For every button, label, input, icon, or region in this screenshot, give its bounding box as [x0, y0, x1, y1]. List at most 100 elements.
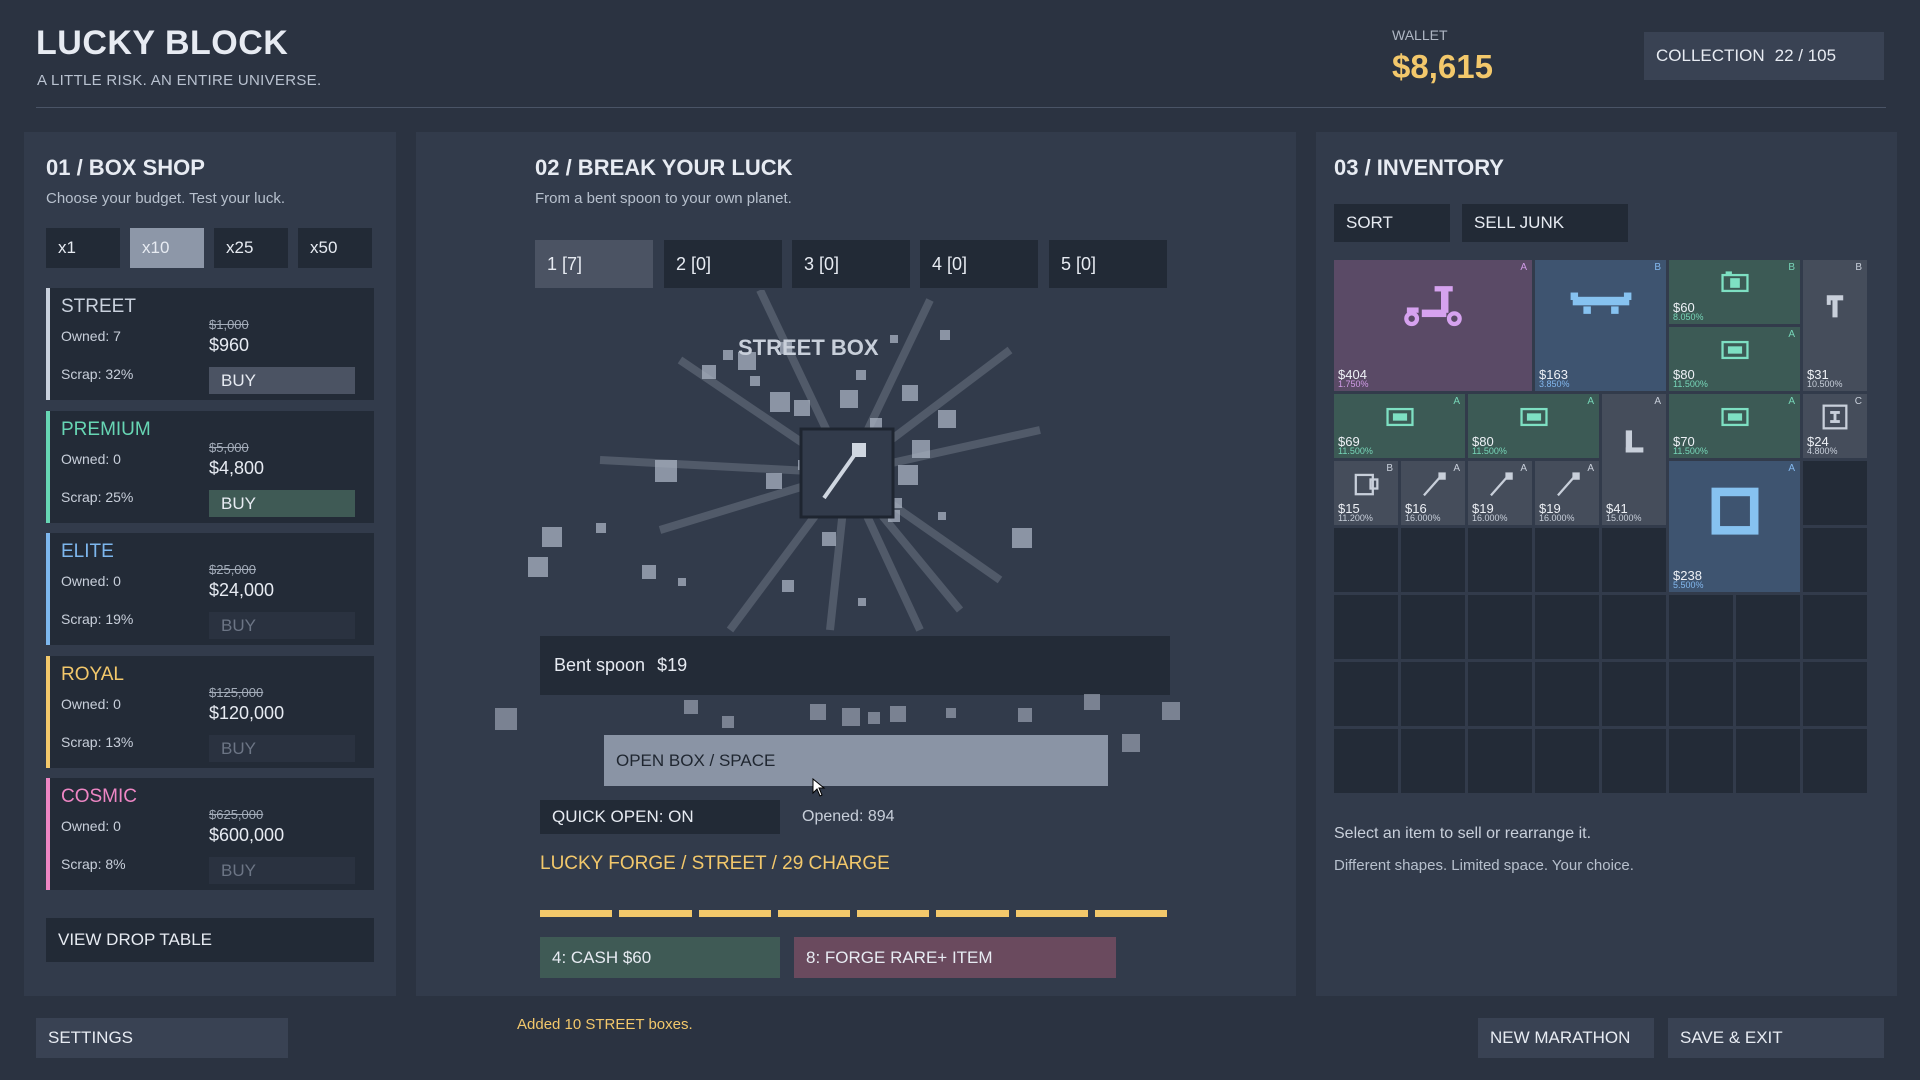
inventory-cell[interactable] — [1535, 662, 1599, 726]
square-icon — [1711, 487, 1758, 535]
forge-segment — [698, 910, 771, 917]
box-old-price: $625,000 — [209, 807, 264, 822]
inventory-item[interactable]: B $60 8.050% — [1669, 260, 1800, 324]
box-price: $960 — [209, 335, 250, 355]
inventory-cell[interactable] — [1736, 595, 1800, 659]
multiplier-x50-button[interactable]: x50 — [298, 228, 372, 268]
box-tier-stripe — [46, 778, 50, 890]
cash-out-button[interactable]: 4: CASH $60 — [540, 937, 780, 978]
inventory-cell[interactable] — [1736, 729, 1800, 793]
item-drop-rate: 3.850% — [1539, 379, 1570, 389]
open-box-button[interactable]: OPEN BOX / SPACE — [604, 735, 1108, 786]
item-rank: A — [1788, 463, 1795, 474]
multiplier-x1-button[interactable]: x1 — [46, 228, 120, 268]
inventory-cell[interactable] — [1334, 595, 1398, 659]
buy-royal-button[interactable]: BUY — [209, 735, 355, 762]
card-icon — [1385, 407, 1414, 427]
settings-button[interactable]: SETTINGS — [36, 1018, 288, 1058]
buy-premium-button[interactable]: BUY — [209, 490, 355, 517]
scooter-icon — [1404, 285, 1462, 326]
buy-street-button[interactable]: BUY — [209, 367, 355, 394]
save-exit-button[interactable]: SAVE & EXIT — [1668, 1018, 1884, 1058]
box-slot-4-tab[interactable]: 4 [0] — [920, 240, 1038, 288]
sell-junk-button[interactable]: SELL JUNK — [1462, 204, 1628, 242]
inventory-cell[interactable] — [1468, 528, 1532, 592]
box-tier-stripe — [46, 411, 50, 523]
camera-icon — [1720, 271, 1749, 293]
box-scrap: Scrap: 13% — [61, 734, 134, 750]
box-card-royal: ROYAL Owned: 0 Scrap: 13% $125,000 $120,000 B… — [46, 656, 374, 768]
inventory-item[interactable]: A $69 11.500% — [1334, 394, 1465, 458]
buy-elite-button[interactable]: BUY — [209, 612, 355, 639]
inventory-cell[interactable] — [1669, 595, 1733, 659]
sort-button[interactable]: SORT — [1334, 204, 1450, 242]
inventory-cell[interactable] — [1803, 595, 1867, 659]
box-slot-1-tab[interactable]: 1 [7] — [535, 240, 653, 288]
inventory-cell[interactable] — [1736, 662, 1800, 726]
lucky-forge-label: LUCKY FORGE / STREET / 29 CHARGE — [540, 853, 890, 874]
inventory-item[interactable]: B $163 3.850% — [1535, 260, 1666, 391]
box-slot-5-tab[interactable]: 5 [0] — [1049, 240, 1167, 288]
inventory-cell[interactable] — [1334, 729, 1398, 793]
box-owned: Owned: 0 — [61, 451, 121, 467]
inventory-item[interactable]: C $24 4.800% — [1803, 394, 1867, 458]
inventory-cell[interactable] — [1468, 662, 1532, 726]
inventory-item[interactable]: A $19 16.000% — [1468, 461, 1532, 525]
card-icon — [1720, 407, 1749, 427]
inventory-cell[interactable] — [1468, 729, 1532, 793]
inventory-cell[interactable] — [1468, 595, 1532, 659]
inventory-cell[interactable] — [1669, 662, 1733, 726]
item-drop-rate: 5.500% — [1673, 580, 1704, 590]
inventory-cell[interactable] — [1334, 528, 1398, 592]
inventory-cell[interactable] — [1803, 528, 1867, 592]
inventory-item[interactable]: A $404 1.750% — [1334, 260, 1532, 391]
inventory-item[interactable]: B $31 10.500% — [1803, 260, 1867, 391]
box-name: ELITE — [61, 541, 114, 562]
box-card-premium: PREMIUM Owned: 0 Scrap: 25% $5,000 $4,800 BUY — [46, 411, 374, 523]
new-marathon-button[interactable]: NEW MARATHON — [1478, 1018, 1654, 1058]
forge-segment — [1094, 910, 1167, 917]
inventory-cell[interactable] — [1669, 729, 1733, 793]
inventory-cell[interactable] — [1401, 662, 1465, 726]
inventory-cell[interactable] — [1535, 595, 1599, 659]
quick-open-toggle[interactable]: QUICK OPEN: ON — [540, 800, 780, 834]
inventory-cell[interactable] — [1535, 729, 1599, 793]
inventory-cell[interactable] — [1401, 595, 1465, 659]
inventory-item[interactable]: A $70 11.500% — [1669, 394, 1800, 458]
multiplier-x10-button[interactable]: x10 — [130, 228, 204, 268]
view-drop-table-button[interactable]: VIEW DROP TABLE — [46, 918, 374, 962]
inventory-item[interactable]: A $238 5.500% — [1669, 461, 1800, 592]
inventory-item[interactable]: A $80 11.500% — [1669, 327, 1800, 391]
inventory-cell[interactable] — [1602, 729, 1666, 793]
inventory-cell[interactable] — [1803, 729, 1867, 793]
inventory-cell[interactable] — [1803, 461, 1867, 525]
box-name: COSMIC — [61, 786, 137, 807]
item-rank: A — [1520, 262, 1527, 273]
inventory-cell[interactable] — [1602, 528, 1666, 592]
collection-button[interactable]: COLLECTION 22 / 105 — [1644, 32, 1884, 80]
box-card-elite: ELITE Owned: 0 Scrap: 19% $25,000 $24,000 BUY — [46, 533, 374, 645]
inventory-cell[interactable] — [1334, 662, 1398, 726]
inventory-cell[interactable] — [1401, 528, 1465, 592]
multiplier-x25-button[interactable]: x25 — [214, 228, 288, 268]
inventory-cell[interactable] — [1803, 662, 1867, 726]
skateboard-icon — [1570, 292, 1631, 314]
inventory-cell[interactable] — [1602, 662, 1666, 726]
item-drop-rate: 11.500% — [1673, 446, 1708, 456]
box-owned: Owned: 0 — [61, 818, 121, 834]
item-drop-rate: 10.500% — [1807, 379, 1843, 389]
inventory-cell[interactable] — [1535, 528, 1599, 592]
box-owned: Owned: 0 — [61, 573, 121, 589]
forge-rare-button[interactable]: 8: FORGE RARE+ ITEM — [794, 937, 1116, 978]
box-slot-2-tab[interactable]: 2 [0] — [664, 240, 782, 288]
inventory-item[interactable]: B $15 11.200% — [1334, 461, 1398, 525]
inventory-item[interactable]: A $41 15.000% — [1602, 394, 1666, 525]
buy-cosmic-button[interactable]: BUY — [209, 857, 355, 884]
inventory-cell[interactable] — [1602, 595, 1666, 659]
inventory-item[interactable]: A $16 16.000% — [1401, 461, 1465, 525]
inventory-item[interactable]: A $80 11.500% — [1468, 394, 1599, 458]
box-slot-3-tab[interactable]: 3 [0] — [792, 240, 910, 288]
inventory-item[interactable]: A $19 16.000% — [1535, 461, 1599, 525]
inventory-grid[interactable]: A $404 1.750% B $163 3.850% B $60 8.050% B $31 10.5… — [1334, 260, 1868, 794]
inventory-cell[interactable] — [1401, 729, 1465, 793]
